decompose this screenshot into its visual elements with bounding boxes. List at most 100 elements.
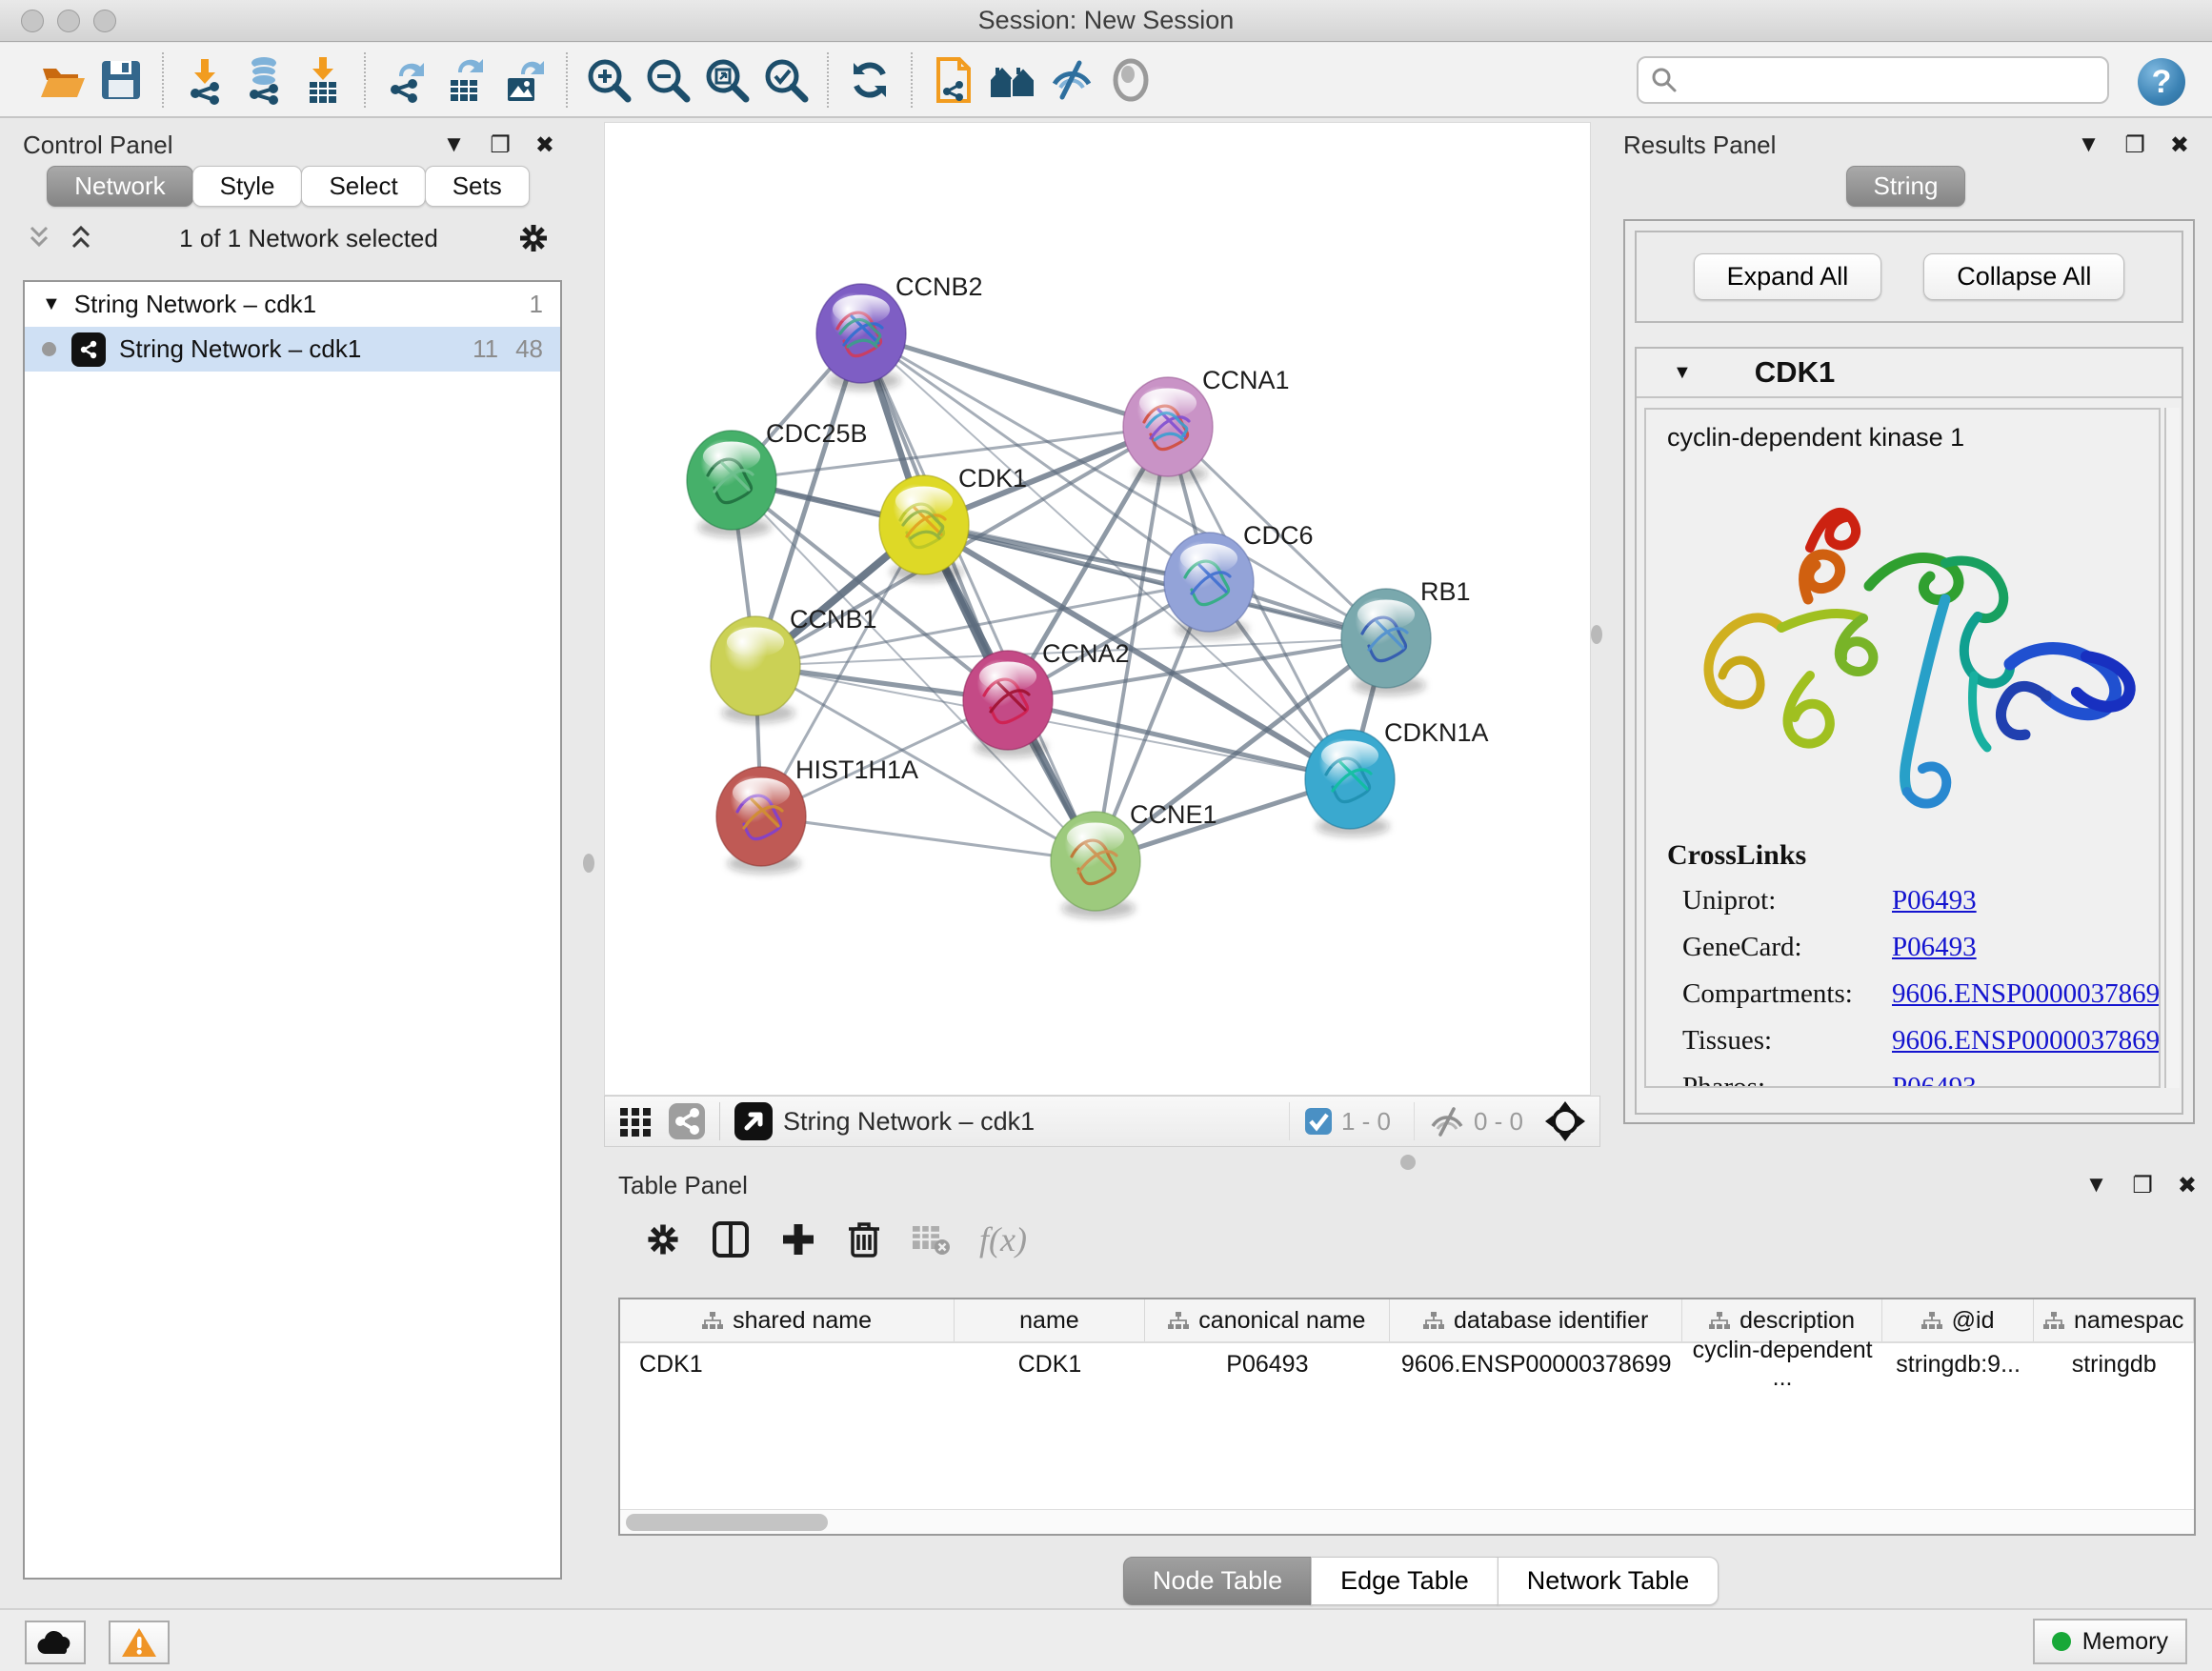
- hidden-eye-slash-icon[interactable]: [1428, 1105, 1466, 1137]
- column-header-@id[interactable]: @id: [1882, 1299, 2035, 1341]
- graph-node-CCNA1[interactable]: CCNA1: [1123, 366, 1290, 484]
- panel-close-icon[interactable]: ✖: [2170, 131, 2189, 159]
- column-header-namespac[interactable]: namespac: [2034, 1299, 2194, 1341]
- zoom-fit-button[interactable]: [697, 50, 756, 110]
- crosslink-compartments[interactable]: 9606.ENSP00000378699: [1892, 978, 2161, 1010]
- crosslink-pharos[interactable]: P06493: [1892, 1072, 2161, 1088]
- houses-icon: [988, 55, 1037, 105]
- network-row[interactable]: String Network – cdk1 11 48: [25, 327, 560, 372]
- crosslink-uniprot[interactable]: P06493: [1892, 885, 2161, 916]
- zoom-in-button[interactable]: [579, 50, 638, 110]
- add-column-button[interactable]: [779, 1220, 817, 1258]
- network-view-mode-button[interactable]: [668, 1102, 706, 1140]
- crosslink-genecard[interactable]: P06493: [1892, 932, 2161, 963]
- panel-close-icon[interactable]: ✖: [2178, 1172, 2197, 1199]
- panel-float-icon[interactable]: ❐: [2132, 1172, 2153, 1199]
- tab-edge-table[interactable]: Edge Table: [1311, 1557, 1498, 1605]
- show-columns-button[interactable]: [711, 1219, 751, 1259]
- table-cell[interactable]: stringdb:9...: [1882, 1351, 2035, 1379]
- table-cell[interactable]: CDK1: [955, 1351, 1145, 1379]
- column-header-canonical-name[interactable]: canonical name: [1145, 1299, 1390, 1341]
- crosslink-tissues[interactable]: 9606.ENSP00000378699: [1892, 1025, 2161, 1057]
- disclosure-triangle-icon[interactable]: ▼: [42, 293, 61, 315]
- panel-float-icon[interactable]: ❐: [2124, 131, 2145, 159]
- splitter-handle[interactable]: [1591, 625, 1602, 644]
- network-options-gear-icon[interactable]: [516, 221, 551, 255]
- zoom-out-button[interactable]: [638, 50, 697, 110]
- graph-node-CCNE1[interactable]: CCNE1: [1051, 800, 1217, 918]
- open-session-button[interactable]: [32, 50, 91, 110]
- function-builder-button[interactable]: f(x): [979, 1219, 1027, 1259]
- table-cell[interactable]: cyclin-dependent ...: [1682, 1337, 1881, 1392]
- help-button[interactable]: ?: [2138, 58, 2185, 106]
- graph-node-RB1[interactable]: RB1: [1341, 577, 1471, 695]
- results-scrollbar[interactable]: [2164, 408, 2180, 1088]
- collapse-all-button[interactable]: Collapse All: [1923, 253, 2124, 300]
- zoom-selected-button[interactable]: [756, 50, 815, 110]
- graph-node-CDC25B[interactable]: CDC25B: [687, 419, 868, 537]
- table-row[interactable]: CDK1CDK1P064939606.ENSP00000378699cyclin…: [620, 1343, 2194, 1385]
- table-options-button[interactable]: [644, 1220, 682, 1258]
- disclosure-triangle-icon[interactable]: ▼: [1673, 362, 1692, 384]
- import-network-file-button[interactable]: [175, 50, 234, 110]
- graph-node-CCNA2[interactable]: CCNA2: [963, 639, 1130, 757]
- column-header-name[interactable]: name: [955, 1299, 1145, 1341]
- table-cell[interactable]: stringdb: [2034, 1351, 2194, 1379]
- hide-selection-button[interactable]: [1042, 50, 1101, 110]
- graph-edge-HIST1H1A-CCNE1[interactable]: [761, 816, 1096, 861]
- column-header-shared-name[interactable]: shared name: [620, 1299, 955, 1341]
- column-header-database-identifier[interactable]: database identifier: [1390, 1299, 1682, 1341]
- panel-float-icon[interactable]: ❐: [490, 131, 511, 159]
- panel-menu-icon[interactable]: ▼: [2078, 131, 2101, 158]
- apply-layout-button[interactable]: [840, 50, 899, 110]
- import-table-file-button[interactable]: [293, 50, 352, 110]
- scrollbar-thumb[interactable]: [626, 1514, 828, 1531]
- network-view-canvas[interactable]: CCNB2CCNA1CDC25BCDK1CDC6RB1CCNB1CCNA2CDK…: [604, 122, 1591, 1096]
- cloud-status-button[interactable]: [25, 1621, 86, 1664]
- table-cell[interactable]: CDK1: [620, 1351, 955, 1379]
- memory-button[interactable]: Memory: [2033, 1619, 2187, 1664]
- tab-network-table[interactable]: Network Table: [1498, 1557, 1719, 1605]
- graph-node-CCNB2[interactable]: CCNB2: [816, 272, 983, 391]
- fit-content-button[interactable]: [1544, 1100, 1586, 1142]
- tab-string[interactable]: String: [1846, 166, 1966, 207]
- table-horizontal-scrollbar[interactable]: [620, 1509, 2194, 1534]
- expand-all-button[interactable]: Expand All: [1694, 253, 1882, 300]
- delete-table-button[interactable]: [911, 1222, 951, 1257]
- search-input[interactable]: [1679, 61, 2107, 99]
- gene-section-header[interactable]: ▼ CDK1: [1637, 349, 2182, 398]
- graph-edge-CCNB2-CCNA1[interactable]: [861, 333, 1168, 427]
- tab-select[interactable]: Select: [301, 166, 425, 207]
- tab-sets[interactable]: Sets: [425, 166, 530, 207]
- show-all-button[interactable]: [1101, 50, 1160, 110]
- delete-column-button[interactable]: [846, 1219, 882, 1259]
- collapse-all-icon[interactable]: [27, 224, 59, 252]
- tab-node-table[interactable]: Node Table: [1123, 1557, 1312, 1605]
- import-network-database-button[interactable]: [234, 50, 293, 110]
- tab-network[interactable]: Network: [47, 166, 192, 207]
- graph-node-HIST1H1A[interactable]: HIST1H1A: [716, 755, 918, 874]
- graph-edge-CCNA2-CDKN1A[interactable]: [1008, 700, 1350, 779]
- network-collection-row[interactable]: ▼ String Network – cdk1 1: [25, 282, 560, 327]
- graph-node-CCNB1[interactable]: CCNB1: [711, 605, 877, 723]
- table-cell[interactable]: 9606.ENSP00000378699: [1390, 1351, 1682, 1379]
- graph-node-CDKN1A[interactable]: CDKN1A: [1305, 718, 1489, 836]
- table-cell[interactable]: P06493: [1145, 1351, 1390, 1379]
- new-network-from-selection-button[interactable]: [924, 50, 983, 110]
- panel-menu-icon[interactable]: ▼: [443, 131, 466, 158]
- column-header-description[interactable]: description: [1682, 1299, 1882, 1341]
- panel-close-icon[interactable]: ✖: [535, 131, 554, 159]
- grid-mode-button[interactable]: [618, 1104, 653, 1138]
- expand-all-icon[interactable]: [69, 224, 101, 252]
- warnings-button[interactable]: [109, 1621, 170, 1664]
- save-session-button[interactable]: [91, 50, 151, 110]
- export-network-button[interactable]: [377, 50, 436, 110]
- panel-menu-icon[interactable]: ▼: [2085, 1172, 2108, 1198]
- export-image-button[interactable]: [495, 50, 554, 110]
- birds-eye-view-button[interactable]: [734, 1101, 774, 1141]
- tab-style[interactable]: Style: [192, 166, 303, 207]
- first-neighbors-button[interactable]: [983, 50, 1042, 110]
- export-table-button[interactable]: [436, 50, 495, 110]
- selected-checkbox-icon[interactable]: [1303, 1106, 1334, 1137]
- splitter-handle[interactable]: [583, 854, 594, 873]
